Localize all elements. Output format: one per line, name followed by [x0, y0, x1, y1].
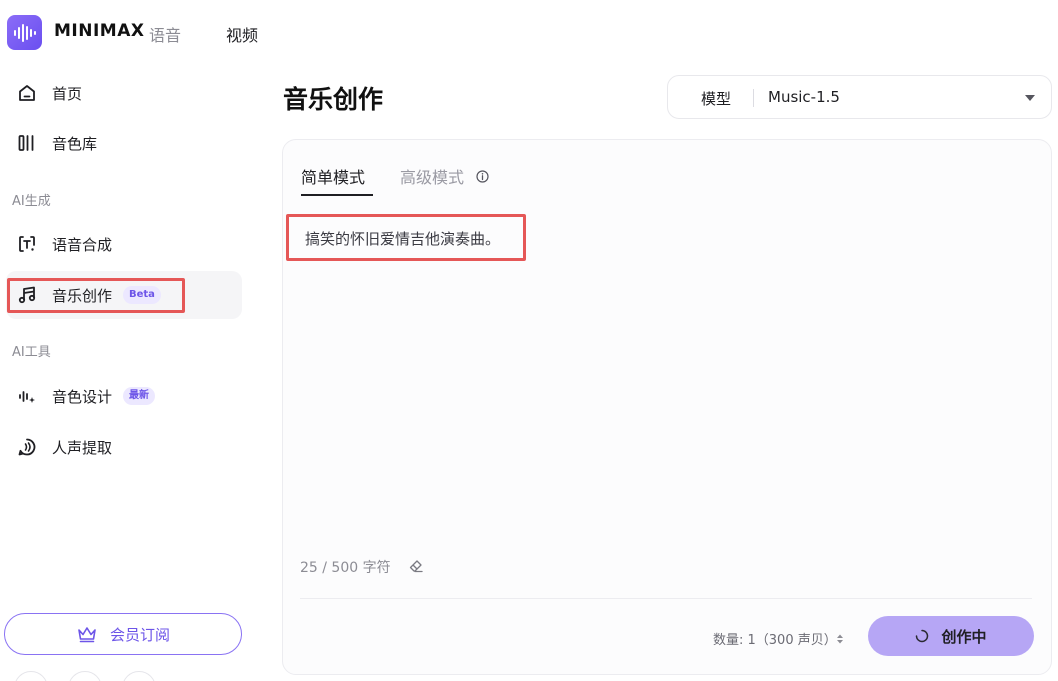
logo-icon[interactable] [7, 15, 42, 50]
voice-wave-sparkle-icon [16, 385, 38, 407]
sidebar-item-voice-design[interactable]: 音色设计 最新 [6, 372, 242, 420]
eraser-icon[interactable] [408, 558, 424, 574]
character-count: 25 / 500 字符 [300, 560, 391, 576]
sort-arrows-icon[interactable] [836, 630, 844, 644]
sidebar-item-speech-synthesis[interactable]: 语音合成 [6, 220, 242, 268]
tab-speech[interactable]: 语音 [149, 22, 181, 46]
create-button-label: 创作中 [941, 627, 987, 646]
loading-spinner-icon [916, 629, 929, 643]
new-badge: 最新 [123, 387, 155, 405]
vocal-extract-icon [16, 436, 38, 458]
crown-icon [76, 625, 98, 643]
page-title: 音乐创作 [283, 85, 384, 114]
tab-video[interactable]: 视频 [226, 22, 258, 46]
sidebar: 首页 音色库 AI生成 语音合成 音乐创作 Beta AI工具 音色设计 最新 … [0, 64, 250, 681]
active-tab-indicator [301, 194, 373, 196]
prompt-text: 搞笑的怀旧爱情吉他演奏曲。 [305, 230, 501, 248]
section-ai-tools: AI工具 [12, 345, 51, 360]
prompt-input[interactable]: 搞笑的怀旧爱情吉他演奏曲。 [286, 214, 526, 261]
sidebar-item-vocal-extraction[interactable]: 人声提取 [6, 423, 242, 471]
member-subscribe-label: 会员订阅 [109, 625, 170, 644]
quantity-selector[interactable]: 数量: 1（300 声贝） [713, 629, 837, 648]
sidebar-item-music-creation[interactable]: 音乐创作 Beta [6, 271, 242, 319]
sidebar-item-label: 音色库 [52, 135, 98, 153]
info-icon[interactable] [476, 168, 489, 183]
chevron-down-icon [1025, 95, 1035, 101]
music-creation-panel: 简单模式 高级模式 搞笑的怀旧爱情吉他演奏曲。 25 / 500 字符 数量: … [282, 139, 1052, 675]
sidebar-item-label: 音色设计 [52, 388, 113, 406]
model-value: Music-1.5 [768, 88, 840, 106]
section-ai-generate: AI生成 [12, 194, 51, 209]
tab-simple-mode[interactable]: 简单模式 [301, 164, 365, 188]
home-icon [16, 82, 38, 104]
sidebar-item-voice-library[interactable]: 音色库 [6, 119, 242, 167]
sidebar-item-home[interactable]: 首页 [6, 69, 242, 117]
model-label: 模型 [701, 90, 732, 108]
beta-badge: Beta [123, 286, 161, 304]
top-bar: MINIMAX 语音 视频 [0, 0, 1058, 64]
sidebar-item-label: 首页 [52, 85, 83, 103]
sidebar-item-label: 语音合成 [52, 236, 113, 254]
tab-advanced-mode[interactable]: 高级模式 [400, 164, 464, 188]
sidebar-item-label: 音乐创作 [52, 287, 113, 305]
music-note-icon [16, 284, 38, 306]
create-button[interactable]: 创作中 [868, 616, 1034, 656]
sidebar-item-label: 人声提取 [52, 439, 113, 457]
model-select[interactable]: 模型 Music-1.5 [667, 75, 1052, 119]
library-icon [16, 132, 38, 154]
text-to-speech-icon [16, 233, 38, 255]
divider [753, 89, 754, 107]
member-subscribe-button[interactable]: 会员订阅 [4, 613, 242, 655]
brand-name: MINIMAX [54, 21, 145, 41]
divider [300, 598, 1032, 599]
